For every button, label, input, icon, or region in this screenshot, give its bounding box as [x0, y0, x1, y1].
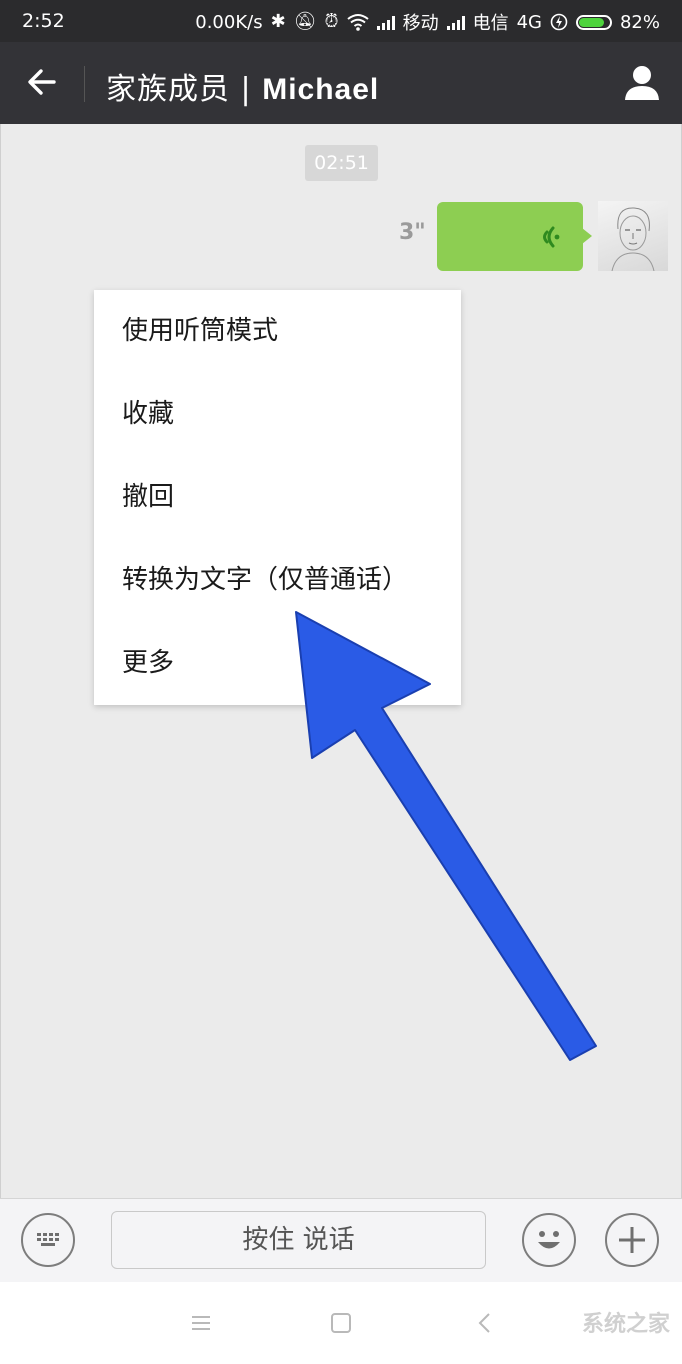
chat-title-name: Michael: [262, 73, 380, 106]
plus-icon: [619, 1227, 645, 1253]
system-nav-bar: [0, 1282, 682, 1364]
status-time: 2:52: [22, 10, 65, 32]
message-timestamp: 02:51: [305, 145, 378, 181]
chat-header: 家族成员 | Michael: [0, 42, 682, 124]
carrier-1: 移动: [402, 13, 439, 34]
voice-wave-icon: [543, 226, 560, 248]
avatar[interactable]: [598, 201, 668, 271]
emoji-button[interactable]: [522, 1213, 576, 1267]
signal-icon: [376, 14, 395, 30]
keyboard-button[interactable]: [21, 1213, 75, 1267]
hold-to-talk-button[interactable]: 按住 说话: [111, 1211, 486, 1269]
status-bar: 2:52 0.00K/s ✱ 🔕︎ ⏰︎ 移动 电信 4G 82%: [0, 0, 682, 42]
menu-item-convert-to-text[interactable]: 转换为文字（仅普通话）: [94, 539, 461, 622]
bluetooth-icon: ✱: [270, 11, 286, 32]
title-separator: |: [240, 72, 252, 107]
status-right: 0.00K/s ✱ 🔕︎ ⏰︎ 移动 电信 4G 82%: [195, 9, 660, 35]
avatar-portrait: [611, 207, 655, 271]
menu-item-earpiece-mode[interactable]: 使用听筒模式: [94, 290, 461, 373]
network-speed: 0.00K/s: [195, 11, 263, 33]
arrow-left-icon[interactable]: [22, 62, 62, 102]
charging-icon: [550, 13, 568, 31]
voice-message-bubble[interactable]: [437, 202, 592, 271]
header-divider: [84, 66, 85, 102]
keyboard-icon: [37, 1233, 59, 1246]
context-menu: 使用听筒模式 收藏 撤回 转换为文字（仅普通话） 更多: [94, 290, 461, 705]
menu-icon[interactable]: [188, 1310, 214, 1336]
menu-item-recall[interactable]: 撤回: [94, 456, 461, 539]
voice-duration: 3": [399, 220, 426, 245]
battery-fill: [578, 17, 604, 27]
mute-bell-icon: 🔕︎: [293, 11, 317, 32]
network-type: 4G: [516, 11, 542, 33]
menu-item-more[interactable]: 更多: [94, 622, 461, 705]
watermark: 系统之家: [581, 1312, 670, 1337]
person-icon[interactable]: [622, 62, 662, 102]
carrier-2: 电信: [472, 13, 509, 34]
battery-icon: [575, 14, 612, 30]
input-bar: 按住 说话: [0, 1198, 682, 1283]
home-icon[interactable]: [328, 1310, 354, 1336]
plus-button[interactable]: [605, 1213, 659, 1267]
back-nav-icon[interactable]: [472, 1310, 498, 1336]
signal-icon-2: [446, 14, 465, 30]
battery-percent: 82%: [619, 11, 660, 33]
chat-title-group: 家族成员: [106, 72, 230, 107]
alarm-icon: ⏰︎: [324, 11, 339, 32]
wifi-icon: [346, 14, 369, 31]
chat-title: 家族成员 | Michael: [106, 64, 379, 108]
menu-item-favorite[interactable]: 收藏: [94, 373, 461, 456]
emoji-icon: [538, 1231, 560, 1249]
